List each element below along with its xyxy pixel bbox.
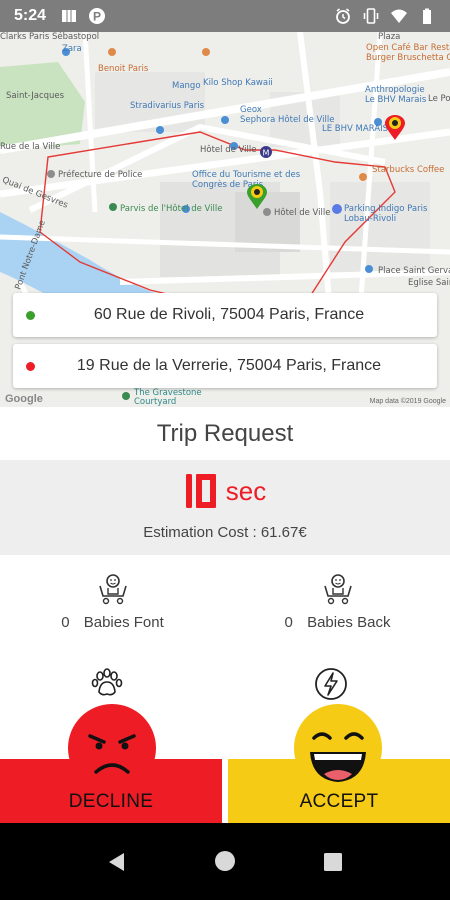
map-label-hotelville2: Hôtel de Ville — [274, 208, 331, 218]
back-icon[interactable] — [106, 851, 126, 873]
map-label-saint: Place Saint Gervais — [378, 266, 450, 276]
map-label-anthropologie: Anthropologie Le BHV Marais — [365, 85, 427, 105]
timer-panel: sec Estimation Cost : 61.67€ — [0, 460, 450, 555]
dropoff-address: 19 Rue de la Verrerie, 75004 Paris, Fran… — [76, 357, 382, 374]
status-right-icons — [334, 7, 436, 25]
svg-text:P: P — [93, 10, 101, 24]
navigation-bar — [0, 823, 450, 900]
map-label-lepo: Le Po — [428, 94, 450, 104]
alarm-icon — [334, 7, 352, 25]
map-label-eglise: Eglise Saint — [408, 278, 450, 288]
trip-request-title: Trip Request — [156, 420, 294, 447]
map-label-gravestone: The Gravestone Courtyard — [134, 388, 202, 407]
map-label-parvis: Parvis de l'Hôtel de Ville — [120, 204, 223, 214]
map-label-hotelville1: Hôtel de Ville — [200, 145, 257, 155]
pickup-address-card[interactable]: 60 Rue de Rivoli, 75004 Paris, France — [13, 293, 437, 337]
map-label-starbucks: Starbucks Coffee — [372, 165, 445, 175]
babies-back-label: Babies Back — [307, 614, 391, 631]
happy-face-icon[interactable] — [292, 702, 384, 794]
svg-text:M: M — [263, 149, 270, 158]
recents-icon[interactable] — [323, 852, 343, 872]
map-label-mango: Mango — [172, 81, 201, 91]
pickup-dot-icon — [26, 310, 35, 320]
babies-front-line: 0 Babies Font — [0, 614, 225, 631]
countdown-digits — [184, 472, 218, 510]
dropoff-dot-icon — [26, 361, 35, 371]
map-label-bhv: LE BHV MARAIS — [322, 124, 388, 134]
angry-face-icon[interactable] — [66, 702, 158, 794]
babies-front-label: Babies Font — [83, 614, 164, 631]
google-logo: Google — [5, 393, 43, 405]
map-label-sephora: Sephora Hôtel de Ville — [240, 115, 335, 125]
map-label-geox: Geox — [240, 105, 262, 115]
map-label-parking: Parking Indigo Paris Lobau-Rivoli — [344, 204, 428, 224]
countdown-unit: sec — [225, 475, 267, 506]
countdown-value — [185, 474, 216, 508]
babies-back-count: 0 — [284, 614, 293, 631]
pickup-pin-icon[interactable] — [246, 184, 268, 210]
dropoff-pin-icon[interactable] — [384, 115, 406, 141]
map-label-burger: Burger Bruschetta Chef — [366, 53, 450, 63]
battery-icon — [418, 7, 436, 25]
status-time: 5:24 — [14, 7, 47, 24]
status-bar: 5:24 P — [0, 0, 450, 32]
lightning-icon — [315, 668, 347, 700]
map-label-kilo: Kilo Shop Kawaii — [203, 78, 273, 88]
babies-back: 0 Babies Back — [225, 572, 450, 631]
map-label-zara: Zara — [62, 44, 82, 54]
decline-label: DECLINE — [68, 791, 154, 812]
map-label-plaza: Plaza — [378, 32, 401, 42]
wifi-icon — [390, 7, 408, 25]
map-label-stradivarius: Stradivarius Paris — [130, 101, 205, 111]
babies-back-line: 0 Babies Back — [225, 614, 450, 631]
map-label-clarks: Clarks Paris Sébastopol — [0, 32, 100, 42]
accept-label: ACCEPT — [299, 791, 379, 812]
countdown-row: sec — [0, 472, 450, 510]
parking-icon: P — [88, 7, 106, 25]
baby-seat-icon — [323, 574, 352, 605]
baby-seat-icon — [98, 574, 127, 605]
babies-front: 0 Babies Font — [0, 572, 225, 631]
map-view[interactable]: M Clarks Paris Sébastopol Zara Benoit Pa… — [0, 32, 450, 407]
map-attribution: Map data ©2019 Google — [369, 398, 446, 405]
paw-icon — [91, 668, 123, 696]
notification-icon — [60, 7, 78, 25]
vibrate-icon — [362, 7, 380, 25]
map-label-opencafe: Open Café Bar Restaurant — [366, 43, 450, 53]
map-label-benoit: Benoit Paris — [98, 64, 149, 74]
estimation-cost: Estimation Cost : 61.67€ — [0, 524, 450, 541]
estimation-cost-label: Estimation Cost : 61.67€ — [143, 524, 307, 541]
pickup-address: 60 Rue de Rivoli, 75004 Paris, France — [93, 306, 365, 323]
map-label-prefecture: Préfecture de Police — [58, 170, 143, 180]
home-icon[interactable] — [213, 849, 237, 873]
map-label-stjacques: Saint-Jacques — [6, 91, 65, 101]
status-left-icons: P — [60, 7, 106, 25]
map-label-rue: Rue de la Ville — [0, 142, 61, 152]
dropoff-address-card[interactable]: 19 Rue de la Verrerie, 75004 Paris, Fran… — [13, 344, 437, 388]
babies-front-count: 0 — [61, 614, 70, 631]
